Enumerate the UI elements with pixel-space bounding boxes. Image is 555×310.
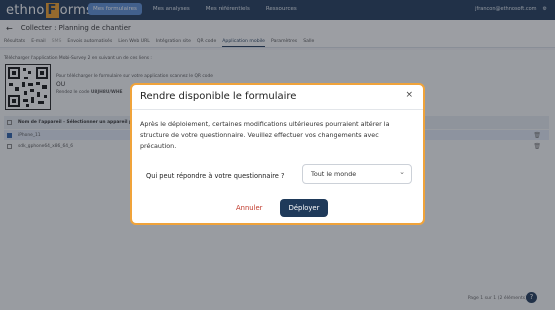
cancel-button[interactable]: Annuler: [236, 204, 262, 212]
deploy-button[interactable]: Déployer: [280, 199, 328, 217]
deploy-dialog: Rendre disponible le formulaire × Après …: [130, 83, 425, 225]
chevron-down-icon: ⌄: [399, 168, 405, 176]
dialog-message: Après le déploiement, certaines modifica…: [140, 120, 390, 150]
close-icon[interactable]: ×: [405, 90, 413, 100]
respondent-select[interactable]: Tout le monde ⌄: [302, 164, 412, 184]
respondent-question-label: Qui peut répondre à votre questionnaire …: [146, 172, 285, 180]
dialog-title: Rendre disponible le formulaire: [140, 91, 297, 102]
dialog-divider: [132, 109, 423, 110]
respondent-select-value: Tout le monde: [311, 170, 357, 178]
